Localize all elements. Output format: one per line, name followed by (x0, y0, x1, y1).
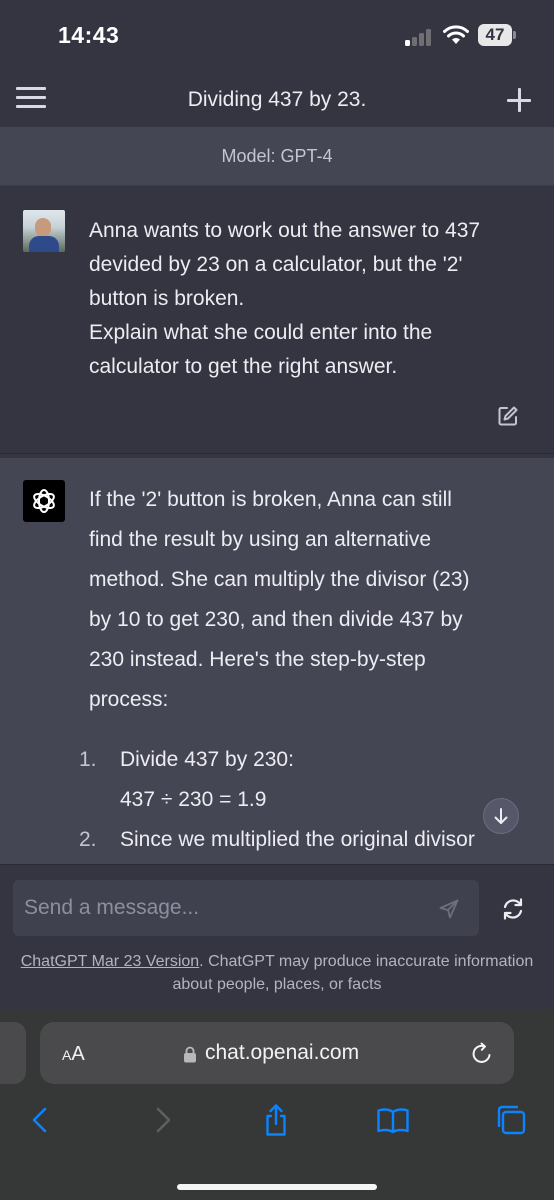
app-header: Dividing 437 by 23. (0, 72, 554, 128)
forward-icon[interactable] (145, 1103, 179, 1137)
back-icon[interactable] (24, 1103, 58, 1137)
chatgpt-logo-icon (23, 480, 65, 522)
message-line: Anna wants to work out the answer to 437 (89, 219, 481, 242)
message-line: process: (89, 688, 169, 711)
assistant-message: If the '2' button is broken, Anna can st… (0, 458, 554, 864)
step-number: 1. (79, 748, 97, 771)
composer: ChatGPT Mar 23 Version. ChatGPT may prod… (0, 864, 554, 1010)
disclaimer-text: . ChatGPT may produce inaccurate informa… (172, 953, 534, 993)
arrow-down-icon (494, 808, 508, 824)
step-text: Divide 437 by 230: (120, 748, 294, 771)
regenerate-icon[interactable] (500, 896, 526, 922)
cellular-signal-icon (405, 28, 435, 46)
user-message: Anna wants to work out the answer to 437… (0, 186, 554, 454)
model-bar: Model: GPT-4 (0, 128, 554, 186)
message-input[interactable] (13, 880, 479, 936)
wifi-icon (442, 24, 470, 46)
message-line: calculator to get the right answer. (89, 355, 398, 378)
version-link[interactable]: ChatGPT Mar 23 Version (21, 953, 199, 970)
bookmarks-icon[interactable] (376, 1103, 410, 1137)
share-icon[interactable] (259, 1103, 293, 1137)
new-chat-plus-icon[interactable] (506, 87, 532, 113)
user-avatar (23, 210, 65, 252)
aa-large: A (71, 1043, 85, 1065)
conversation-title: Dividing 437 by 23. (187, 88, 367, 111)
message-line: method. She can multiply the divisor (23… (89, 568, 470, 591)
user-message-text: Anna wants to work out the answer to 437… (89, 214, 534, 384)
model-label: Model: GPT-4 (221, 146, 333, 166)
edit-icon[interactable] (497, 405, 519, 427)
message-line: Explain what she could enter into the (89, 321, 433, 344)
step-number: 2. (79, 828, 97, 851)
message-line: devided by 23 on a calculator, but the '… (89, 253, 463, 276)
reader-options-button[interactable]: AA (62, 1043, 85, 1066)
battery-level: 47 (485, 25, 505, 44)
home-indicator (177, 1184, 377, 1190)
message-line: by 10 to get 230, and then divide 437 by (89, 608, 463, 631)
lock-icon (183, 1046, 197, 1063)
status-bar: 14:43 47 (0, 0, 554, 72)
message-line: button is broken. (89, 287, 245, 310)
message-line: 230 instead. Here's the step-by-step (89, 648, 426, 671)
status-time: 14:43 (58, 22, 120, 48)
message-line: find the result by using an alternative (89, 528, 432, 551)
message-line: If the '2' button is broken, Anna can st… (89, 488, 452, 511)
battery-icon: 47 (478, 24, 516, 46)
aa-small: A (62, 1047, 72, 1063)
tabs-icon[interactable] (494, 1103, 528, 1137)
previous-tab-preview[interactable] (0, 1022, 26, 1084)
step-text: 437 ÷ 230 = 1.9 (120, 788, 267, 811)
step-text: Since we multiplied the original divisor (120, 828, 475, 851)
disclaimer: ChatGPT Mar 23 Version. ChatGPT may prod… (20, 950, 534, 996)
reload-icon[interactable] (470, 1042, 494, 1066)
url-text[interactable]: chat.openai.com (205, 1041, 359, 1065)
scroll-to-bottom-button[interactable] (483, 798, 519, 834)
browser-chrome: AA chat.openai.com (0, 1010, 554, 1200)
send-icon[interactable] (438, 898, 460, 920)
hamburger-menu-icon[interactable] (16, 86, 46, 110)
assistant-message-text: If the '2' button is broken, Anna can st… (89, 480, 529, 720)
